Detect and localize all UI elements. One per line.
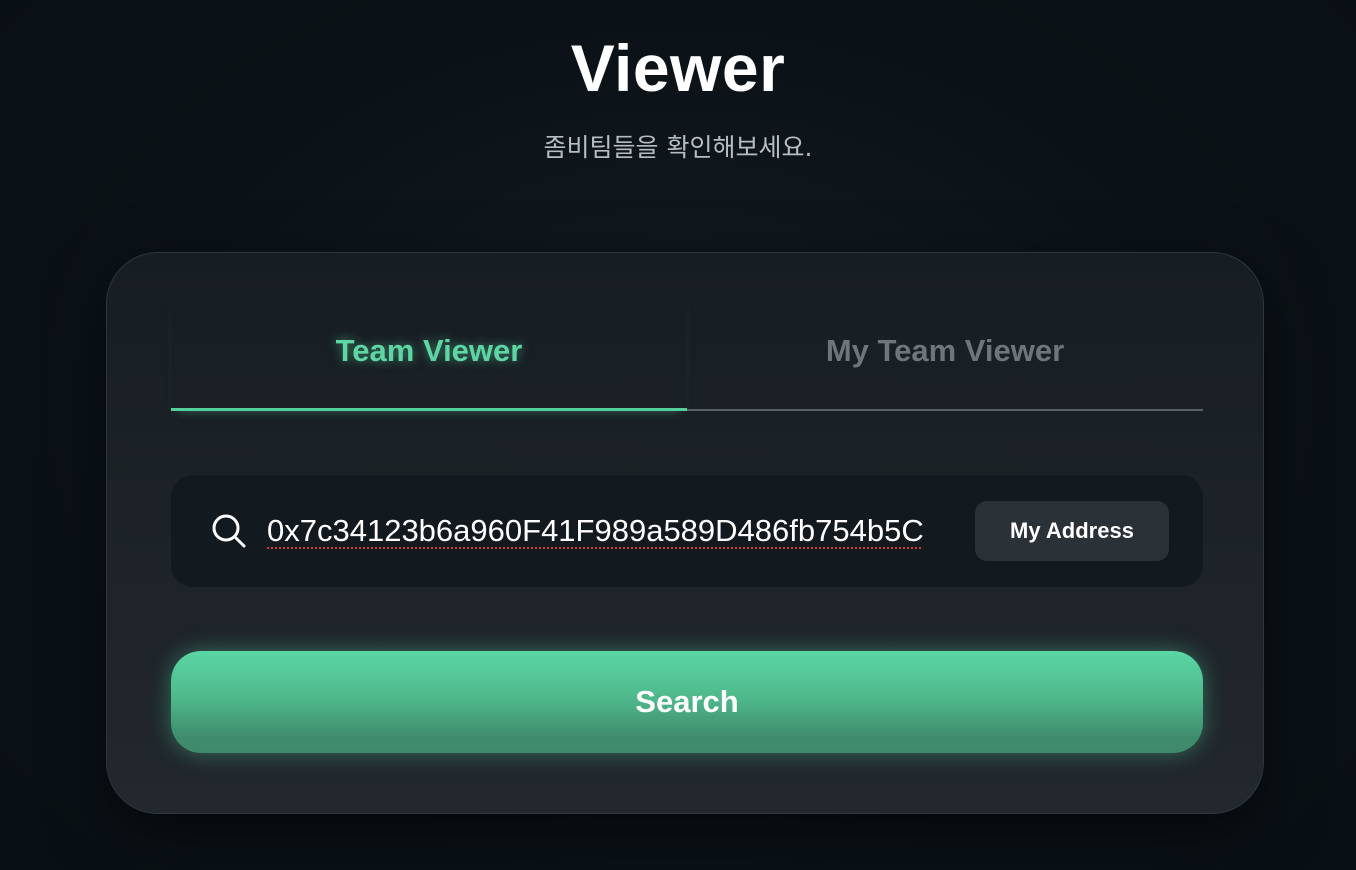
page-subtitle: 좀비팀들을 확인해보세요. (543, 133, 813, 162)
page-title: Viewer (570, 31, 786, 105)
tab-my-team-viewer[interactable]: My Team Viewer (687, 293, 1203, 411)
tab-bar: Team Viewer My Team Viewer (171, 293, 1203, 411)
search-box: My Address (171, 475, 1203, 587)
tab-team-viewer[interactable]: Team Viewer (171, 293, 687, 411)
address-input[interactable] (267, 505, 957, 557)
search-button[interactable]: Search (171, 651, 1203, 753)
search-icon (211, 513, 247, 549)
my-address-button[interactable]: My Address (975, 501, 1169, 561)
viewer-card: Team Viewer My Team Viewer My Address Se… (106, 252, 1264, 814)
